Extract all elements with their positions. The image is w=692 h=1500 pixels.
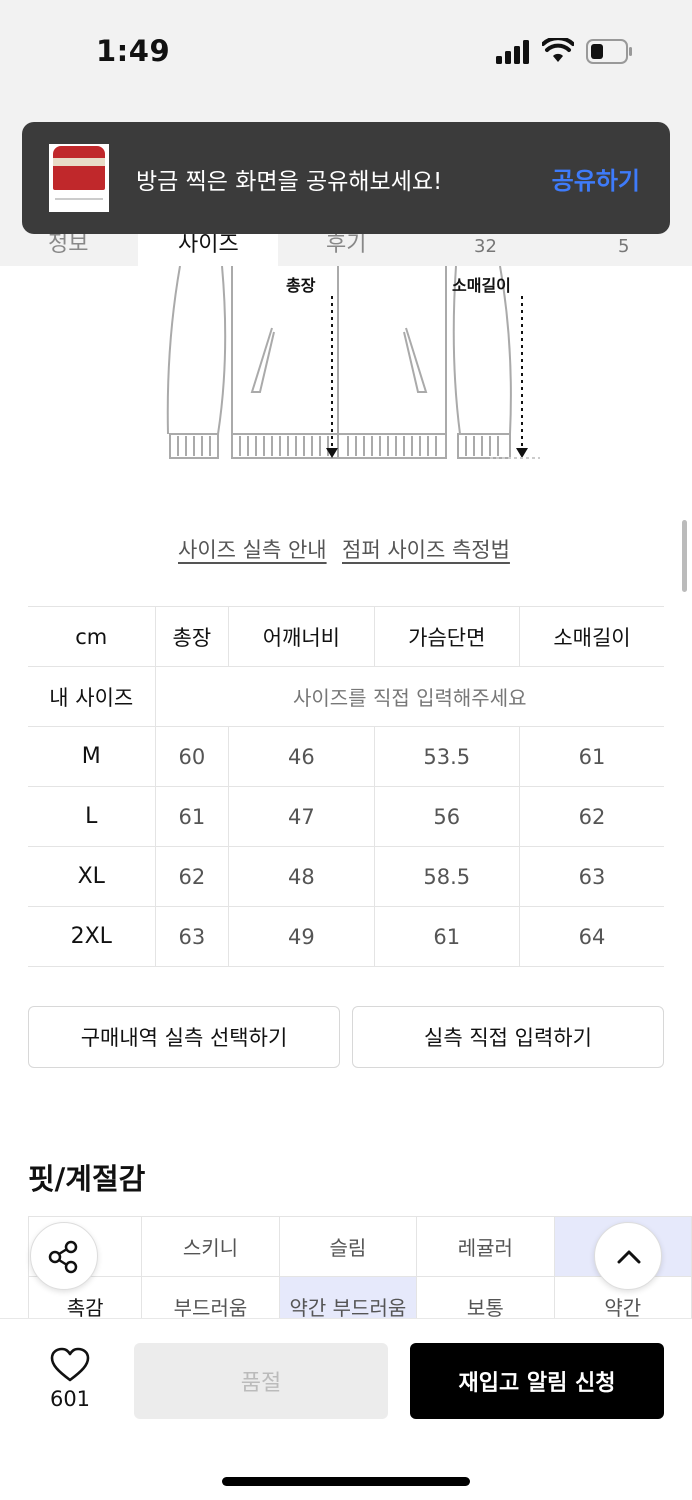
cellular-signal-icon [496,40,529,64]
screen: { "status": { "time": "1:49" }, "tabs": … [0,0,692,1500]
table-cell: 48 [228,846,375,907]
table-cell: 61 [373,906,520,967]
table-header-cell: 가슴단면 [373,606,520,667]
table-header-cell: 소매길이 [518,606,664,667]
table-header-row: cm 총장 어깨너비 가슴단면 소매길이 [28,606,664,667]
measure-guide-link[interactable]: 점퍼 사이즈 측정법 [342,534,510,564]
table-cell: 63 [518,846,664,907]
table-row: L 61 47 56 62 [28,786,664,847]
table-cell: 49 [228,906,375,967]
restock-alert-button[interactable]: 재입고 알림 신청 [410,1343,664,1419]
battery-icon [586,39,632,64]
fit-section-title: 핏/계절감 [28,1162,146,1196]
table-cell: 63 [154,906,230,967]
table-cell: 61 [154,786,230,847]
table-cell: 61 [518,726,664,787]
table-row: M 60 46 53.5 61 [28,726,664,787]
size-table: cm 총장 어깨너비 가슴단면 소매길이 내 사이즈 사이즈를 직접 입력해주세… [28,606,664,967]
toast-share-button[interactable]: 공유하기 [552,161,640,196]
table-cell: 64 [518,906,664,967]
bottom-action-bar: 601 품절 재입고 알림 신청 [0,1318,692,1500]
scroll-to-top-button[interactable] [594,1222,662,1290]
table-cell: 58.5 [373,846,520,907]
chevron-up-icon [617,1250,641,1264]
fit-option: 스키니 [141,1216,280,1277]
fit-row: 스키니 슬림 레귤러 [27,1216,692,1277]
size-cell: L [28,786,156,847]
size-cell: 2XL [28,906,156,967]
table-row: XL 62 48 58.5 63 [28,846,664,907]
tab-count: 5 [618,236,630,257]
sleeve-length-label: 소매길이 [452,276,511,295]
fit-option: 레귤러 [416,1216,555,1277]
status-time: 1:49 [96,34,171,68]
my-size-label: 내 사이즈 [28,666,156,727]
share-icon [48,1240,78,1274]
table-cell: 46 [228,726,375,787]
like-count: 601 [49,1387,91,1411]
my-size-row[interactable]: 내 사이즈 사이즈를 직접 입력해주세요 [28,666,664,727]
my-size-input[interactable]: 사이즈를 직접 입력해주세요 [154,666,664,727]
size-cell: M [28,726,156,787]
table-header-cell: 총장 [154,606,230,667]
table-cell: 47 [228,786,375,847]
table-cell: 62 [518,786,664,847]
status-bar: 1:49 [0,0,692,110]
size-cell: XL [28,846,156,907]
fit-option: 슬림 [278,1216,418,1277]
screenshot-thumbnail[interactable] [49,144,109,212]
toast-message: 방금 찍은 화면을 공유해보세요! [136,169,443,195]
table-header-cell: cm [28,606,156,667]
jacket-size-illustration [166,266,540,459]
scroll-indicator [682,520,687,592]
table-cell: 56 [373,786,520,847]
sold-out-button[interactable]: 품절 [134,1343,388,1419]
total-length-label: 총장 [286,276,316,295]
table-header-cell: 어깨너비 [228,606,375,667]
heart-icon[interactable] [50,1347,90,1383]
table-row: 2XL 63 49 61 64 [28,906,664,967]
purchase-history-size-button[interactable]: 구매내역 실측 선택하기 [28,1006,340,1068]
home-indicator [222,1477,470,1486]
wifi-icon [542,38,574,62]
table-cell: 53.5 [373,726,520,787]
share-button[interactable] [30,1222,98,1290]
table-cell: 60 [154,726,230,787]
direct-size-input-button[interactable]: 실측 직접 입력하기 [352,1006,664,1068]
size-guide-link[interactable]: 사이즈 실측 안내 [178,534,327,564]
share-screenshot-toast: 방금 찍은 화면을 공유해보세요! 공유하기 [22,122,670,234]
table-cell: 62 [154,846,230,907]
tab-count: 32 [474,236,497,257]
